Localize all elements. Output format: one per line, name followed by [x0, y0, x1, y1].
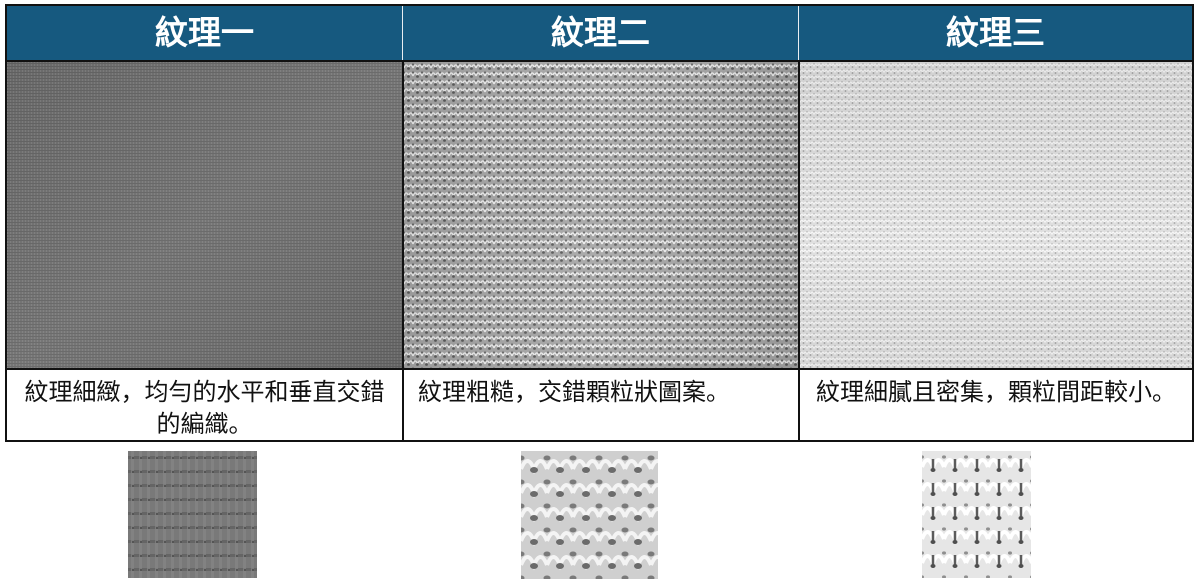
- texture-3-swatch: [800, 62, 1192, 368]
- dense-knit-closeup-icon: [922, 451, 1031, 578]
- texture-2-closeup: [521, 451, 658, 579]
- texture-3-closeup: [922, 451, 1031, 578]
- texture-1-swatch: [7, 62, 402, 368]
- header-row: 紋理一 紋理二 紋理三: [7, 6, 1192, 60]
- texture-1-title: 紋理一: [155, 13, 254, 52]
- texture-3-title: 紋理三: [946, 13, 1045, 52]
- texture-1-description: 紋理細緻，均勻的水平和垂直交錯的編織。: [24, 378, 385, 438]
- coarse-knit-texture-icon: [404, 62, 798, 368]
- row-divider: [7, 60, 1192, 62]
- texture-2-title: 紋理二: [551, 13, 650, 52]
- texture-2-description: 紋理粗糙，交錯顆粒狀圖案。: [418, 378, 730, 406]
- coarse-knit-closeup-icon: [521, 451, 658, 579]
- fine-weave-closeup-icon: [128, 451, 257, 578]
- fine-weave-texture-icon: [7, 62, 402, 368]
- texture-comparison-table: 紋理一 紋理二 紋理三 紋理細緻，均勻的水平和垂直交錯的編織。 紋理粗糙，交錯顆…: [5, 4, 1194, 442]
- texture-3-description: 紋理細膩且密集，顆粒間距較小。: [816, 378, 1176, 406]
- texture-2-swatch: [404, 62, 798, 368]
- dense-knit-texture-icon: [800, 62, 1192, 368]
- texture-1-closeup: [128, 451, 257, 578]
